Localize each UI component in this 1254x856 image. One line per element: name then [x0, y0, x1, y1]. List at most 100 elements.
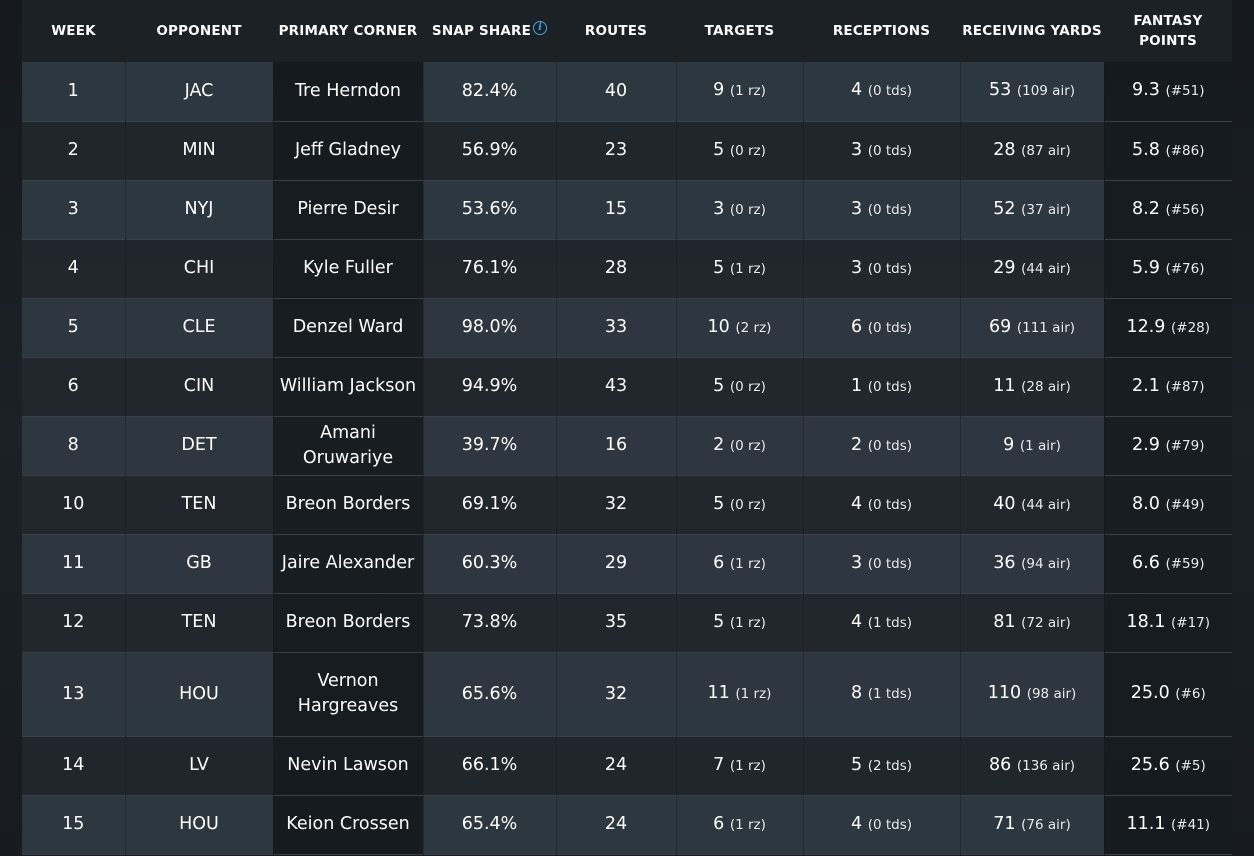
- primary-corner-cell-value: Jeff Gladney: [294, 140, 402, 160]
- snap-share-cell-value: 69.1%: [461, 494, 518, 514]
- column-header-routes[interactable]: ROUTES: [556, 0, 676, 62]
- week-cell-value: 13: [62, 683, 85, 704]
- targets-cell-value: 7: [713, 754, 725, 775]
- routes-cell-value: 43: [604, 376, 628, 396]
- table-row: 3 NYJ Pierre Desir 53.6% 15 3 (0 rz) 3 (0 tds)…: [22, 180, 1232, 239]
- receiving-yards-cell-detail: (109 air): [1016, 83, 1076, 100]
- routes-cell-value: 16: [604, 435, 628, 455]
- fantasy-points-cell: 9.3 (#51): [1103, 62, 1232, 121]
- opponent-cell-value: HOU: [179, 814, 219, 834]
- receiving-yards-cell: 86 (136 air): [959, 736, 1104, 795]
- primary-corner-cell-value: Denzel Ward: [292, 317, 404, 337]
- snap-share-cell-value: 73.8%: [461, 612, 518, 632]
- receptions-cell-value: 5: [850, 754, 863, 775]
- fantasy-points-cell-value: 8.2: [1132, 198, 1160, 219]
- targets-cell-value: 11: [707, 683, 730, 703]
- column-header-primary-corner[interactable]: PRIMARY CORNER: [273, 0, 423, 62]
- targets-cell-value: 3: [713, 198, 725, 219]
- column-header-receptions[interactable]: RECEPTIONS: [803, 0, 960, 62]
- week-cell-value: 15: [62, 814, 85, 834]
- receiving-yards-cell-detail: (136 air): [1016, 757, 1076, 774]
- targets-cell: 6 (1 rz): [675, 795, 803, 854]
- receiving-yards-cell: 40 (44 air): [959, 475, 1104, 534]
- receiving-yards-cell: 53 (109 air): [959, 62, 1104, 121]
- targets-cell-detail: (1 rz): [729, 757, 766, 774]
- receptions-cell: 3 (0 tds): [802, 180, 960, 239]
- receiving-yards-cell-value: 81: [993, 611, 1016, 632]
- targets-cell: 5 (1 rz): [675, 593, 803, 652]
- primary-corner-cell: Pierre Desir: [272, 180, 423, 239]
- targets-cell: 5 (0 rz): [675, 475, 803, 534]
- week-cell: 11: [22, 534, 125, 593]
- fantasy-points-cell-detail: (#6): [1175, 686, 1206, 702]
- targets-cell-detail: (2 rz): [735, 319, 772, 336]
- primary-corner-cell: Keion Crossen: [272, 795, 423, 854]
- fantasy-points-cell-value: 9.3: [1132, 80, 1160, 101]
- receptions-cell: 4 (0 tds): [802, 475, 960, 534]
- receptions-cell-value: 8: [850, 683, 863, 703]
- primary-corner-cell: Kyle Fuller: [272, 239, 423, 298]
- targets-cell-detail: (1 rz): [729, 83, 766, 100]
- receptions-cell: 4 (1 tds): [802, 593, 960, 652]
- receiving-yards-cell-value: 86: [988, 754, 1012, 775]
- snap-share-cell: 69.1%: [422, 475, 556, 534]
- opponent-cell: HOU: [124, 652, 273, 736]
- week-cell-value: 5: [67, 317, 79, 337]
- receptions-cell-detail: (0 tds): [867, 555, 913, 572]
- opponent-cell: CLE: [124, 298, 273, 357]
- opponent-cell: LV: [124, 736, 273, 795]
- snap-share-cell: 65.6%: [422, 652, 556, 736]
- fantasy-points-cell-detail: (#79): [1165, 437, 1205, 454]
- week-cell: 2: [22, 121, 125, 180]
- fantasy-points-cell: 2.9 (#79): [1103, 416, 1232, 475]
- targets-cell-value: 9: [713, 80, 725, 101]
- fantasy-points-cell-detail: (#76): [1165, 260, 1205, 277]
- week-cell-value: 1: [67, 80, 79, 101]
- table-row: 10 TEN Breon Borders 69.1% 32 5 (0 rz) 4 (0 td…: [22, 475, 1232, 534]
- receptions-cell-value: 3: [850, 139, 863, 160]
- week-cell: 15: [22, 795, 125, 854]
- primary-corner-cell-value: Nevin Lawson: [287, 755, 409, 775]
- receptions-cell: 1 (0 tds): [802, 357, 960, 416]
- column-header-opponent[interactable]: OPPONENT: [125, 0, 273, 62]
- targets-cell: 10 (2 rz): [675, 298, 803, 357]
- column-header-receiving-yards[interactable]: RECEIVING YARDS: [960, 0, 1104, 62]
- table-row: 5 CLE Denzel Ward 98.0% 33 10 (2 rz) 6 (0 tds)…: [22, 298, 1232, 357]
- week-cell-value: 4: [67, 258, 79, 278]
- opponent-cell-value: TEN: [181, 494, 217, 514]
- routes-cell-value: 33: [604, 317, 628, 337]
- column-header-fantasy-points[interactable]: FANTASY POINTS: [1104, 0, 1232, 62]
- fantasy-points-cell-detail: (#59): [1165, 555, 1205, 572]
- routes-cell-value: 35: [604, 612, 628, 632]
- fantasy-points-cell-value: 8.0: [1132, 493, 1160, 514]
- column-header-snap-share[interactable]: SNAP SHARE i: [423, 0, 556, 62]
- receptions-cell-detail: (1 tds): [867, 614, 913, 631]
- fantasy-points-cell: 5.9 (#76): [1103, 239, 1232, 298]
- targets-cell-value: 5: [713, 493, 725, 514]
- receiving-yards-cell: 9 (1 air): [959, 416, 1104, 475]
- fantasy-points-cell-value: 5.9: [1132, 257, 1160, 278]
- week-cell: 6: [22, 357, 125, 416]
- routes-cell: 16: [555, 416, 676, 475]
- primary-corner-cell-value: Keion Crossen: [286, 814, 410, 834]
- fantasy-points-cell-detail: (#28): [1171, 319, 1211, 336]
- primary-corner-cell: Jaire Alexander: [272, 534, 423, 593]
- routes-cell-value: 24: [604, 814, 628, 834]
- week-cell-value: 2: [67, 140, 79, 160]
- column-header-week[interactable]: WEEK: [22, 0, 125, 62]
- receptions-cell-value: 3: [850, 552, 863, 573]
- targets-cell: 5 (0 rz): [675, 357, 803, 416]
- receptions-cell-detail: (0 tds): [867, 378, 913, 395]
- receiving-yards-cell: 81 (72 air): [959, 593, 1104, 652]
- snap-share-cell-value: 66.1%: [461, 755, 518, 775]
- snap-share-cell-value: 65.6%: [461, 683, 518, 704]
- opponent-cell-value: CLE: [182, 317, 216, 337]
- routes-cell: 24: [555, 736, 676, 795]
- fantasy-points-cell-detail: (#17): [1171, 614, 1211, 631]
- receptions-cell-value: 1: [850, 375, 863, 396]
- targets-cell: 2 (0 rz): [675, 416, 803, 475]
- receiving-yards-cell-value: 28: [993, 139, 1016, 160]
- column-header-targets[interactable]: TARGETS: [676, 0, 803, 62]
- info-icon[interactable]: i: [533, 21, 548, 35]
- fantasy-points-cell-value: 25.6: [1130, 754, 1170, 775]
